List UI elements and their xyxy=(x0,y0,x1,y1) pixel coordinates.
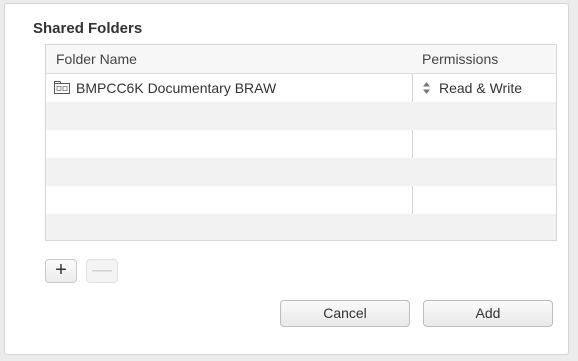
column-header-folder-name[interactable]: Folder Name xyxy=(56,51,137,67)
table-body: BMPCC6K Documentary BRAW Read & Write xyxy=(46,74,556,240)
dialog-title: Shared Folders xyxy=(33,20,143,37)
column-header-permissions[interactable]: Permissions xyxy=(422,51,498,67)
remove-folder-button[interactable]: — xyxy=(86,259,118,283)
cancel-button[interactable]: Cancel xyxy=(280,300,410,327)
add-folder-button[interactable]: + xyxy=(45,259,77,283)
folder-name: BMPCC6K Documentary BRAW xyxy=(76,80,277,96)
table-row-empty[interactable] xyxy=(46,158,556,186)
add-button[interactable]: Add xyxy=(423,300,553,327)
table-row-empty[interactable] xyxy=(46,214,556,240)
table-row-empty[interactable] xyxy=(46,186,556,214)
table-row[interactable]: BMPCC6K Documentary BRAW Read & Write xyxy=(46,74,556,102)
permission-stepper-icon[interactable] xyxy=(422,81,431,95)
table-row-empty[interactable] xyxy=(46,130,556,158)
folder-icon xyxy=(54,81,70,94)
table-header: Folder Name Permissions xyxy=(46,45,556,74)
table-row-empty[interactable] xyxy=(46,102,556,130)
shared-folders-dialog: Shared Folders Folder Name Permissions B… xyxy=(4,3,569,355)
shared-folders-table: Folder Name Permissions BMPCC6K Document… xyxy=(45,44,557,241)
folder-permission[interactable]: Read & Write xyxy=(439,80,522,96)
